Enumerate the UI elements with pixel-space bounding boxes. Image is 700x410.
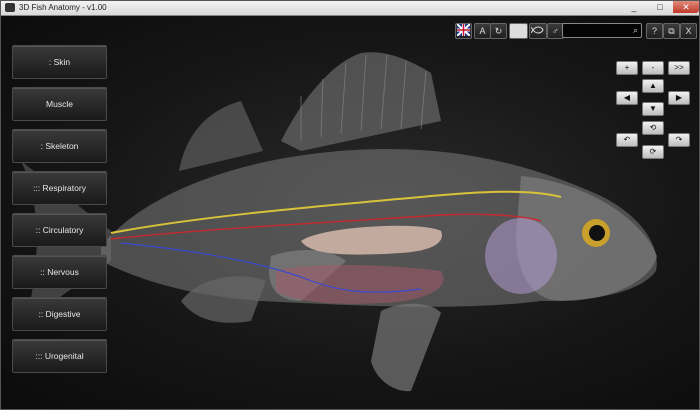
second-dorsal-fin bbox=[281, 52, 441, 151]
help-button[interactable]: ? bbox=[646, 23, 663, 39]
sidebar-item-muscle[interactable]: Muscle bbox=[12, 87, 107, 121]
sidebar-item-skin[interactable]: : Skin bbox=[12, 45, 107, 79]
restore-window-button[interactable]: ⧉ bbox=[663, 23, 680, 39]
systems-sidebar: : Skin Muscle : Skeleton ::: Respiratory… bbox=[12, 45, 107, 381]
font-size-button[interactable]: A bbox=[474, 23, 491, 39]
forward-button[interactable]: >> bbox=[668, 61, 690, 75]
uk-flag-graphic-icon bbox=[456, 23, 471, 37]
uk-flag-icon[interactable] bbox=[455, 23, 472, 39]
sidebar-item-nervous[interactable]: :: Nervous bbox=[12, 255, 107, 289]
fish-image-icon[interactable] bbox=[509, 23, 528, 39]
gills bbox=[485, 218, 557, 294]
sidebar-item-digestive[interactable]: :: Digestive bbox=[12, 297, 107, 331]
sidebar-item-urogenital[interactable]: ::: Urogenital bbox=[12, 339, 107, 373]
pan-down-button[interactable]: ▼ bbox=[642, 102, 664, 116]
fish-outline-icon[interactable] bbox=[529, 23, 547, 39]
first-dorsal-fin bbox=[179, 101, 263, 171]
pan-right-button[interactable]: ▶ bbox=[668, 91, 690, 105]
zoom-in-button[interactable]: + bbox=[616, 61, 638, 75]
rotate-up-button[interactable]: ⟲ bbox=[642, 121, 664, 135]
reset-view-button[interactable]: ↻ bbox=[490, 23, 507, 39]
search-input[interactable]: ⌕ bbox=[562, 23, 642, 38]
rotate-down-button[interactable]: ⟳ bbox=[642, 145, 664, 159]
rotate-right-button[interactable]: ↷ bbox=[668, 133, 690, 147]
sidebar-item-respiratory[interactable]: ::: Respiratory bbox=[12, 171, 107, 205]
app-window: 3D Fish Anatomy - v1.00 _ □ ✕: Skin Mus… bbox=[0, 0, 700, 410]
close-button[interactable]: X bbox=[680, 23, 697, 39]
rotate-left-button[interactable]: ↶ bbox=[616, 133, 638, 147]
anal-fin bbox=[371, 303, 441, 392]
sidebar-item-circulatory[interactable]: :: Circulatory bbox=[12, 213, 107, 247]
search-icon[interactable]: ⌕ bbox=[633, 24, 638, 37]
zoom-out-button[interactable]: - bbox=[642, 61, 664, 75]
fish-pupil bbox=[589, 225, 605, 241]
pan-left-button[interactable]: ◀ bbox=[616, 91, 638, 105]
pan-up-button[interactable]: ▲ bbox=[642, 79, 664, 93]
sidebar-item-skeleton[interactable]: : Skeleton bbox=[12, 129, 107, 163]
fish-outline-graphic-icon bbox=[530, 26, 544, 34]
